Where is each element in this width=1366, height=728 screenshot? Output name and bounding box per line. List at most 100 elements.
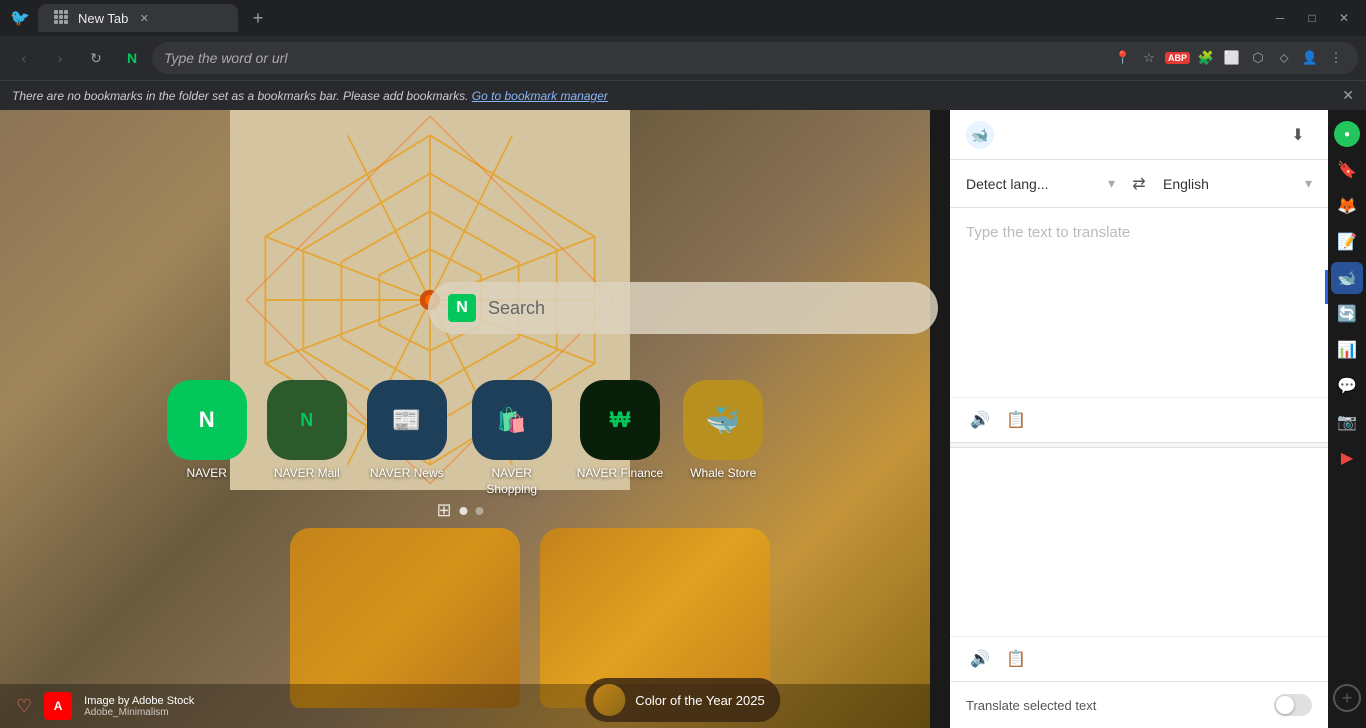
n-button[interactable]: N (116, 42, 148, 74)
input-tools: 🔊 📋 (950, 397, 1328, 442)
output-copy-icon[interactable]: 📋 (1002, 645, 1030, 673)
toggle-knob (1276, 696, 1294, 714)
translate-footer: Translate selected text (950, 681, 1328, 728)
right-icon-bar: ● 🔖 🦊 📝 🐋 🔄 📊 💬 📷 (1328, 110, 1366, 728)
screenshot-icon[interactable]: ⬡ (1248, 48, 1268, 68)
maximize-button[interactable]: □ (1298, 4, 1326, 32)
page-indicators: ⊞ (436, 500, 483, 521)
swap-languages-button[interactable]: ⇄ (1123, 168, 1155, 200)
app-icon-naver-news[interactable]: 📰 NAVER News (367, 380, 447, 497)
source-lang-chevron: ▾ (1108, 175, 1115, 192)
refresh-button[interactable]: ↻ (80, 42, 112, 74)
bottom-text: Image by Adobe Stock Adobe_Minimalism (84, 695, 194, 718)
translate-input-area[interactable]: Type the text to translate (950, 208, 1328, 397)
language-selector-row: Detect lang... ▾ ⇄ English ▾ (950, 160, 1328, 208)
collection-name: Adobe_Minimalism (84, 707, 194, 718)
download-icon[interactable]: ⬇ (1284, 121, 1312, 149)
chart-icon[interactable]: 📊 (1331, 334, 1363, 366)
app-label-naver-mail: NAVER Mail (274, 466, 340, 482)
bookmarks-icon[interactable]: 🔖 (1331, 154, 1363, 186)
translate-selected-toggle[interactable] (1274, 694, 1312, 716)
youtube-icon[interactable]: ▶ (1331, 442, 1363, 474)
svg-text:🐋: 🐋 (971, 127, 988, 143)
active-indicator (1325, 270, 1328, 304)
add-extension-button[interactable]: + (1333, 684, 1361, 712)
output-speaker-icon[interactable]: 🔊 (966, 645, 994, 673)
target-lang-chevron: ▾ (1305, 175, 1312, 192)
app-icon-naver-mail[interactable]: N NAVER Mail (267, 380, 347, 497)
active-tab[interactable]: New Tab ✕ (38, 4, 238, 32)
adobe-logo: A (44, 692, 72, 720)
naver-search-logo: N (448, 294, 476, 322)
app-label-naver-news: NAVER News (370, 466, 444, 482)
address-bar[interactable]: Type the word or url 📍 ☆ ABP 🧩 ⬜ ⬡ ⬦ 👤 ⋮ (152, 42, 1358, 74)
translate-panel: 🐋 ⬇ Detect lang... ▾ ⇄ English ▾ Type th… (950, 110, 1328, 728)
title-bar-left: 🐦 New Tab ✕ + (8, 4, 272, 32)
app-icons-row: N NAVER N NAVER Mail 📰 NAVER News 🛍️ NAV… (100, 380, 830, 497)
target-lang-label: English (1163, 176, 1209, 192)
location-icon[interactable]: 📍 (1113, 48, 1133, 68)
app-label-naver-finance: NAVER Finance (577, 466, 663, 482)
bookmark-manager-link[interactable]: Go to bookmark manager (472, 89, 608, 103)
star-icon[interactable]: ☆ (1139, 48, 1159, 68)
app-label-naver-shopping: NAVER Shopping (467, 466, 557, 497)
app-icon-naver-finance[interactable]: ₩ NAVER Finance (577, 380, 663, 497)
target-language-selector[interactable]: English ▾ (1163, 175, 1312, 192)
title-bar-right: ─ □ ✕ (1266, 4, 1358, 32)
whale-sync-icon[interactable]: 🔄 (1331, 298, 1363, 330)
app-label-whale-store: Whale Store (690, 466, 756, 482)
new-tab-button[interactable]: + (244, 4, 272, 32)
profile-circle-icon[interactable]: ● (1331, 118, 1363, 150)
copy-icon[interactable]: 📋 (1002, 406, 1030, 434)
translate-header: 🐋 ⬇ (950, 110, 1328, 160)
instagram-icon[interactable]: 📷 (1331, 406, 1363, 438)
bookmark-bar-close[interactable]: ✕ (1342, 87, 1354, 104)
image-credit: Image by Adobe Stock (84, 695, 194, 707)
heart-icon[interactable]: ♡ (16, 696, 32, 717)
twitter-icon: 🐦 (8, 6, 32, 30)
output-tools: 🔊 📋 (950, 636, 1328, 681)
profile-icon[interactable]: 👤 (1300, 48, 1320, 68)
address-text: Type the word or url (164, 50, 287, 66)
source-language-selector[interactable]: Detect lang... ▾ (966, 175, 1115, 192)
bottom-info-bar: ♡ A Image by Adobe Stock Adobe_Minimalis… (0, 684, 930, 728)
bookmark-bar: There are no bookmarks in the folder set… (0, 80, 1366, 110)
abp-badge[interactable]: ABP (1165, 52, 1190, 64)
menu-icon[interactable]: ⋮ (1326, 48, 1346, 68)
translate-output-area (950, 448, 1328, 637)
notes-icon[interactable]: 📝 (1331, 226, 1363, 258)
bookmark-bar-message: There are no bookmarks in the folder set… (12, 89, 608, 103)
search-container: N Search (428, 282, 938, 334)
sidebar-indicator (1325, 110, 1328, 728)
app-icon-naver-shopping[interactable]: 🛍️ NAVER Shopping (467, 380, 557, 497)
speaker-icon[interactable]: 🔊 (966, 406, 994, 434)
extensions-icon[interactable]: 🧩 (1196, 48, 1216, 68)
couch-pillow-left (290, 528, 520, 708)
page-dot-2[interactable] (476, 507, 484, 515)
sidebar-icon[interactable]: ⬦ (1274, 48, 1294, 68)
search-bar[interactable]: N Search (428, 282, 938, 334)
pocket-icon[interactable]: 🦊 (1331, 190, 1363, 222)
translate-placeholder: Type the text to translate (966, 224, 1130, 241)
pip-icon[interactable]: ⬜ (1222, 48, 1242, 68)
color-year-button[interactable]: Color of the Year 2025 (585, 678, 780, 722)
apps-grid-icon (54, 10, 70, 26)
minimize-button[interactable]: ─ (1266, 4, 1294, 32)
address-bar-icons: 📍 ☆ ABP 🧩 ⬜ ⬡ ⬦ 👤 ⋮ (1113, 48, 1346, 68)
app-label-naver: NAVER (187, 466, 227, 482)
tab-close-button[interactable]: ✕ (136, 10, 152, 26)
back-button[interactable]: ‹ (8, 42, 40, 74)
page-dot-1[interactable] (460, 507, 468, 515)
close-button[interactable]: ✕ (1330, 4, 1358, 32)
search-placeholder: Search (488, 298, 545, 319)
app-icon-whale-store[interactable]: 🐳 Whale Store (683, 380, 763, 497)
app-icon-naver[interactable]: N NAVER (167, 380, 247, 497)
main-area: N Search N NAVER N NAVER Mail 📰 NAVER Ne… (0, 110, 1366, 728)
translate-logo: 🐋 (966, 121, 994, 149)
translate-sidebar-icon[interactable]: 🐋 (1331, 262, 1363, 294)
color-year-icon (593, 684, 625, 716)
nav-bar: ‹ › ↻ N Type the word or url 📍 ☆ ABP 🧩 ⬜… (0, 36, 1366, 80)
chat-icon[interactable]: 💬 (1331, 370, 1363, 402)
forward-button[interactable]: › (44, 42, 76, 74)
title-bar: 🐦 New Tab ✕ + ─ □ ✕ (0, 0, 1366, 36)
